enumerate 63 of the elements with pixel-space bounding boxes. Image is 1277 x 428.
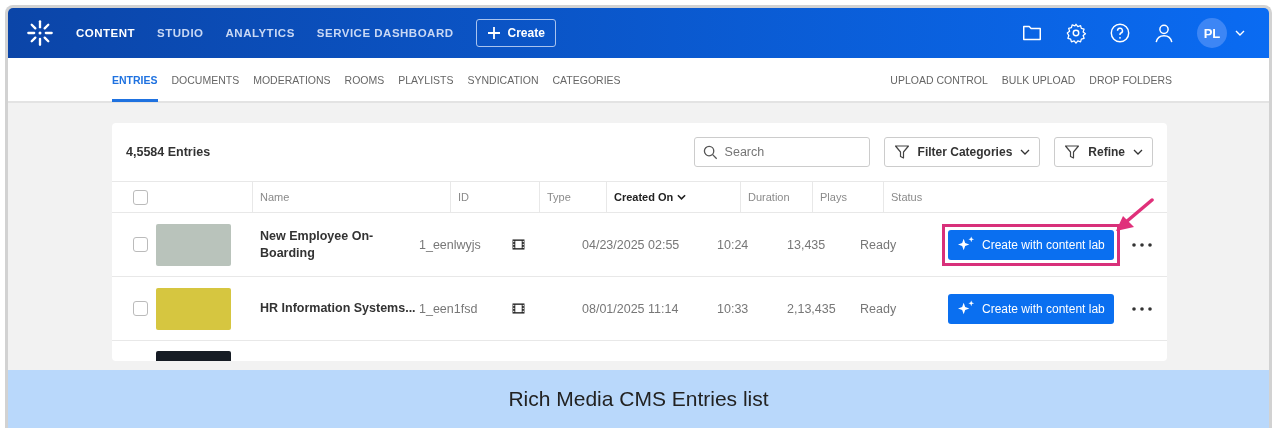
sub-nav-tab[interactable]: DOCUMENTS [171,57,240,102]
chevron-down-icon [1133,149,1143,155]
entry-name[interactable]: HR Information Systems... [260,300,416,317]
duration: 10:33 [717,301,749,316]
refine-button[interactable]: Refine [1054,137,1153,167]
more-options-icon[interactable] [1132,242,1152,247]
create-with-content-lab-button[interactable]: Create with content lab [948,229,1114,260]
column-header[interactable]: ID [458,191,469,203]
status: Ready [860,301,897,316]
sub-nav-tab[interactable]: ENTRIES [112,57,158,102]
caption-text: Rich Media CMS Entries list [508,387,769,411]
logo-icon[interactable] [26,19,54,47]
help-icon[interactable] [1109,22,1131,44]
sub-nav-tab[interactable]: PLAYLISTS [398,57,454,102]
create-with-content-lab-button[interactable]: Create with content lab [948,293,1114,324]
sub-nav-link[interactable]: DROP FOLDERS [1089,57,1172,102]
duration: 10:24 [717,237,749,252]
entries-count: 4,5584 Entries [126,145,211,159]
user-icon[interactable] [1153,22,1175,44]
sub-nav-tab[interactable]: ROOMS [344,57,385,102]
filter-categories-button[interactable]: Filter Categories [883,137,1041,167]
chevron-down-icon [1020,149,1031,155]
top-nav-item[interactable]: ANALYTICS [225,27,295,39]
sparkle-icon [957,236,976,253]
entry-id: 1_eenlwyjs [419,237,481,252]
column-header[interactable]: Plays [820,191,847,203]
sort-chevron-icon [677,194,687,200]
sub-nav-tab[interactable]: SYNDICATION [467,57,539,102]
film-icon [512,239,525,250]
created-date: 04/23/2025 02:55 [582,237,680,252]
sub-nav-tab[interactable]: MODERATIONS [253,57,331,102]
row-checkbox[interactable] [133,237,148,252]
filter-icon [893,144,910,160]
film-icon [512,303,525,314]
more-options-icon[interactable] [1132,306,1152,311]
settings-icon[interactable] [1065,22,1087,44]
chevron-down-icon[interactable] [1235,30,1245,36]
search-icon [702,145,718,160]
plays-count: 2,13,435 [787,301,836,316]
entry-name[interactable]: New Employee On-Boarding [260,228,419,261]
sub-nav-link[interactable]: BULK UPLOAD [1001,57,1076,102]
column-header[interactable]: Name [260,191,290,203]
row-checkbox[interactable] [133,301,148,316]
sparkle-icon [957,300,976,317]
column-header[interactable]: Duration [748,191,790,203]
sub-nav-link[interactable]: UPLOAD CONTROL [890,57,988,102]
plus-icon [486,26,501,40]
create-button[interactable]: Create [475,19,556,47]
top-nav-item[interactable]: SERVICE DASHBOARD [316,27,454,39]
column-header[interactable]: Created On [614,191,687,203]
filter-icon [1064,144,1081,160]
top-nav-item[interactable]: STUDIO [157,27,204,39]
sub-nav-tab[interactable]: CATEGORIES [552,57,621,102]
avatar[interactable]: PL [1197,18,1227,48]
search-field[interactable]: Search [693,137,870,167]
select-all-checkbox[interactable] [133,189,148,205]
column-header[interactable]: Status [891,191,923,203]
top-nav-item[interactable]: CONTENT [76,27,136,39]
created-date: 08/01/2025 11:14 [582,301,679,316]
status: Ready [860,237,897,252]
entry-id: 1_een1fsd [419,301,478,316]
column-header[interactable]: Type [547,191,571,203]
plays-count: 13,435 [787,237,826,252]
